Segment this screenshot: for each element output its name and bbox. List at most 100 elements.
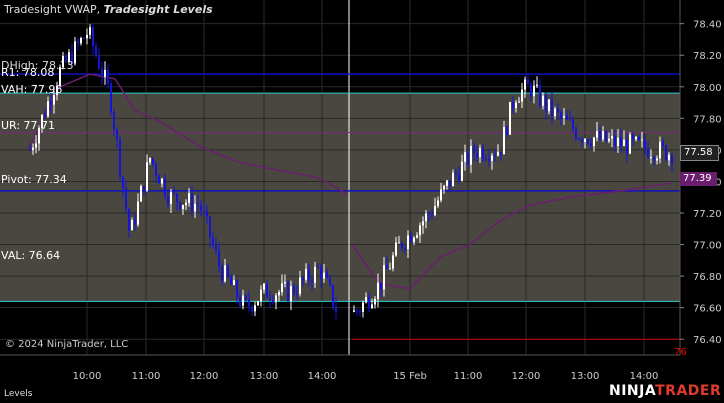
brand-a: NINJA: [609, 383, 656, 399]
vah-label: VAH: 77.96: [1, 83, 63, 96]
tab-levels[interactable]: Levels: [4, 389, 32, 399]
bar-body: [275, 295, 277, 303]
bar-body: [47, 101, 49, 117]
bar-body: [401, 242, 403, 249]
bar-body: [404, 248, 406, 250]
bar-body: [212, 237, 214, 245]
bar-body: [377, 282, 379, 300]
bar-body: [35, 143, 37, 148]
bar-body: [482, 147, 484, 159]
time-label-8: 13:00: [571, 371, 600, 382]
bar-body: [548, 99, 550, 112]
bar-body: [395, 242, 397, 256]
bar-body: [149, 157, 151, 163]
bar-body: [659, 141, 661, 159]
bar-body: [302, 277, 304, 280]
bar-body: [83, 38, 85, 40]
bar-body: [527, 79, 529, 85]
bar-body: [515, 102, 517, 109]
price-label-9: 76.60: [693, 304, 722, 315]
bar-body: [29, 149, 31, 151]
bar-body: [566, 115, 568, 120]
bar-body: [671, 154, 673, 165]
bar-body: [284, 282, 286, 284]
bar-body: [581, 139, 583, 142]
bar-body: [128, 209, 130, 231]
bar-body: [281, 283, 283, 293]
bar-body: [167, 195, 169, 205]
bar-body: [530, 84, 532, 97]
bar-body: [476, 153, 478, 158]
bar-body: [263, 283, 265, 290]
bar-body: [467, 152, 469, 165]
bar-body: [236, 280, 238, 298]
bar-body: [131, 220, 133, 231]
bar-body: [422, 221, 424, 226]
pivot-label: Pivot: 77.34: [1, 173, 67, 186]
bar-body: [446, 180, 448, 186]
price-label-1: 78.20: [693, 51, 722, 62]
bar-body: [152, 157, 154, 164]
bar-body: [437, 200, 439, 206]
bar-body: [641, 139, 643, 141]
price-label-10: 76.40: [693, 335, 722, 346]
bar-body: [428, 213, 430, 215]
bar-body: [269, 298, 271, 301]
bar-body: [494, 155, 496, 157]
bar-body: [86, 34, 88, 39]
bar-body: [668, 154, 670, 161]
bar-body: [623, 139, 625, 147]
bar-body: [278, 292, 280, 296]
time-label-4: 14:00: [308, 371, 337, 382]
bar-body: [620, 137, 622, 147]
bar-body: [458, 173, 460, 181]
bar-body: [653, 156, 655, 161]
bar-body: [614, 135, 616, 146]
bar-body: [383, 265, 385, 290]
bar-body: [335, 306, 337, 312]
bar-body: [665, 145, 667, 161]
bar-body: [389, 268, 391, 270]
time-label-0: 10:00: [73, 371, 102, 382]
bar-body: [554, 108, 556, 117]
bar-body: [557, 108, 559, 113]
bar-body: [311, 280, 313, 283]
bar-body: [569, 119, 571, 121]
time-label-5: 15 Feb: [393, 371, 427, 382]
bar-body: [542, 95, 544, 106]
bar-body: [299, 277, 301, 294]
bar-body: [272, 300, 274, 303]
bar-body: [662, 141, 664, 146]
time-label-7: 12:00: [512, 371, 541, 382]
bar-body: [161, 178, 163, 184]
title-italic: Tradesight Levels: [103, 3, 213, 16]
time-label-6: 11:00: [454, 371, 483, 382]
bar-body: [638, 136, 640, 140]
bar-body: [143, 185, 145, 191]
bar-body: [593, 137, 595, 146]
bar-body: [326, 272, 328, 278]
bar-body: [485, 158, 487, 160]
value-area-rect: [0, 93, 680, 302]
bar-body: [551, 99, 553, 117]
bar-body: [188, 193, 190, 203]
red-level-tag: 76: [674, 347, 687, 358]
bar-body: [509, 102, 511, 135]
bar-body: [608, 138, 610, 142]
bar-body: [365, 297, 367, 303]
bar-body: [320, 267, 322, 279]
bar-body: [206, 211, 208, 217]
price-label-8: 76.80: [693, 272, 722, 283]
bar-body: [155, 163, 157, 176]
bar-body: [140, 185, 142, 202]
bar-body: [317, 266, 319, 268]
bar-body: [398, 242, 400, 244]
bar-body: [164, 178, 166, 196]
bar-body: [587, 138, 589, 144]
bar-body: [176, 193, 178, 203]
time-label-2: 12:00: [190, 371, 219, 382]
bar-body: [491, 155, 493, 161]
val-label: VAL: 76.64: [1, 249, 61, 262]
bar-body: [314, 266, 316, 283]
bar-body: [449, 180, 451, 187]
